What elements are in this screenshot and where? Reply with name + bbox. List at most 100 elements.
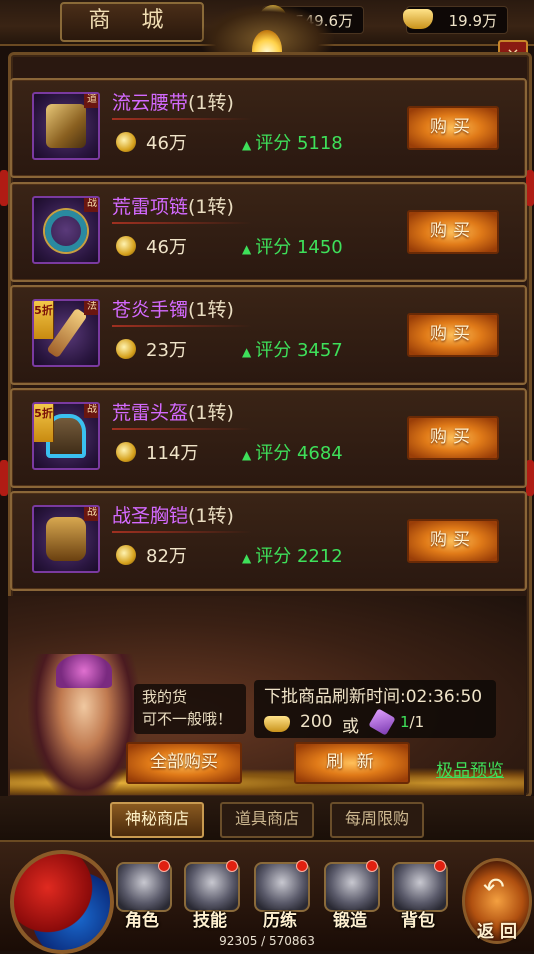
item-icon[interactable]: 战 bbox=[32, 505, 100, 573]
notification-dot bbox=[226, 860, 238, 872]
refresh-timer: 下批商品刷新时间:02:36:50 bbox=[264, 687, 483, 707]
notification-dot bbox=[366, 860, 378, 872]
buy-button[interactable]: 购买 bbox=[407, 313, 499, 357]
menu-forge[interactable]: 锻造 bbox=[318, 858, 382, 934]
class-tag: 战 bbox=[84, 198, 98, 212]
belt-icon bbox=[46, 104, 86, 148]
item-name: 流云腰带(1转) bbox=[112, 92, 234, 114]
premium-preview-link[interactable]: 极品预览 bbox=[436, 756, 504, 781]
up-arrow-icon: ▲ bbox=[242, 551, 252, 565]
menu-label: 角色 bbox=[125, 911, 159, 931]
name-underline bbox=[112, 118, 252, 120]
item-icon[interactable]: 道 bbox=[32, 92, 100, 160]
menu-character[interactable]: 角色 bbox=[110, 858, 174, 934]
shop-title: 商 城 bbox=[60, 2, 204, 42]
tab-item-shop[interactable]: 道具商店 bbox=[220, 802, 314, 838]
name-underline bbox=[112, 531, 252, 533]
class-tag: 法 bbox=[84, 301, 98, 315]
item-price: 46万 bbox=[146, 133, 187, 154]
token-count: 1/1 bbox=[400, 713, 425, 731]
item-icon[interactable]: 5折 法 bbox=[32, 299, 100, 367]
menu-label: 背包 bbox=[401, 911, 435, 931]
ingot-currency: 19.9万 bbox=[403, 6, 508, 34]
or-label: 或 bbox=[342, 717, 359, 737]
coin-icon bbox=[116, 442, 136, 462]
tab-mystery-shop[interactable]: 神秘商店 bbox=[110, 802, 204, 838]
refresh-info: 下批商品刷新时间:02:36:50 200 或 1/1 bbox=[254, 680, 496, 738]
up-arrow-icon: ▲ bbox=[242, 345, 252, 359]
shop-item: 战 战圣胸铠(1转) 82万 ▲ 评分 2212 购买 bbox=[10, 491, 527, 591]
left-frame-knob bbox=[0, 460, 8, 496]
tab-weekly-limited[interactable]: 每周限购 bbox=[330, 802, 424, 838]
coin-icon bbox=[116, 545, 136, 565]
buy-button[interactable]: 购买 bbox=[407, 106, 499, 150]
buy-button[interactable]: 购买 bbox=[407, 210, 499, 254]
item-score: ▲ 评分 2212 bbox=[242, 546, 343, 567]
item-name: 荒雷头盔(1转) bbox=[112, 402, 234, 424]
item-price: 23万 bbox=[146, 340, 187, 361]
buy-all-button[interactable]: 全部购买 bbox=[126, 742, 242, 784]
discount-badge: 5折 bbox=[34, 404, 54, 442]
menu-label: 技能 bbox=[193, 911, 227, 931]
chest-armor-icon bbox=[46, 517, 86, 561]
class-tag: 道 bbox=[84, 94, 98, 108]
menu-label: 锻造 bbox=[333, 911, 367, 931]
shop-item: 战 荒雷项链(1转) 46万 ▲ 评分 1450 购买 bbox=[10, 182, 527, 282]
ingot-icon bbox=[403, 9, 433, 29]
up-arrow-icon: ▲ bbox=[242, 242, 252, 256]
notification-dot bbox=[158, 860, 170, 872]
item-price: 114万 bbox=[146, 443, 199, 464]
speech-line: 我的货 bbox=[142, 688, 188, 706]
necklace-icon bbox=[45, 210, 87, 252]
up-arrow-icon: ▲ bbox=[242, 138, 252, 152]
discount-badge: 5折 bbox=[34, 301, 54, 339]
ingot-amount: 19.9万 bbox=[448, 12, 497, 30]
item-score: ▲ 评分 5118 bbox=[242, 133, 343, 154]
item-icon[interactable]: 5折 战 bbox=[32, 402, 100, 470]
menu-skill[interactable]: 技能 bbox=[178, 858, 242, 934]
menu-bag[interactable]: 背包 bbox=[386, 858, 450, 934]
name-underline bbox=[112, 325, 252, 327]
ingot-icon bbox=[264, 716, 290, 732]
item-price: 46万 bbox=[146, 237, 187, 258]
menu-training[interactable]: 历练 bbox=[248, 858, 312, 934]
refresh-ingot-cost: 200 bbox=[300, 712, 333, 732]
up-arrow-icon: ▲ bbox=[242, 448, 252, 462]
right-frame-knob bbox=[526, 170, 534, 206]
item-score: ▲ 评分 4684 bbox=[242, 443, 343, 464]
back-arrow-icon: ↶ bbox=[483, 873, 505, 903]
buy-button[interactable]: 购买 bbox=[407, 519, 499, 563]
shop-item: 道 流云腰带(1转) 46万 ▲ 评分 5118 购买 bbox=[10, 78, 527, 178]
item-score: ▲ 评分 1450 bbox=[242, 237, 343, 258]
back-button[interactable]: ↶ 返 回 bbox=[462, 858, 532, 944]
item-icon[interactable]: 战 bbox=[32, 196, 100, 264]
coin-icon bbox=[116, 132, 136, 152]
shop-item: 5折 战 荒雷头盔(1转) 114万 ▲ 评分 4684 购买 bbox=[10, 388, 527, 488]
refresh-button[interactable]: 刷 新 bbox=[294, 742, 410, 784]
notification-dot bbox=[296, 860, 308, 872]
headdress-icon bbox=[56, 654, 112, 688]
item-price: 82万 bbox=[146, 546, 187, 567]
item-name: 苍炎手镯(1转) bbox=[112, 299, 234, 321]
right-frame-knob bbox=[526, 460, 534, 496]
item-name: 荒雷项链(1转) bbox=[112, 196, 234, 218]
experience-text: 92305 / 570863 bbox=[219, 934, 315, 948]
npc-merchant-portrait bbox=[28, 654, 140, 804]
class-tag: 战 bbox=[84, 507, 98, 521]
class-tag: 战 bbox=[84, 404, 98, 418]
item-name: 战圣胸铠(1转) bbox=[112, 505, 234, 527]
name-underline bbox=[112, 222, 252, 224]
refresh-token-icon bbox=[368, 708, 396, 736]
coin-icon bbox=[116, 236, 136, 256]
npc-speech-bubble: 我的货 可不一般哦！ bbox=[134, 684, 246, 734]
left-frame-knob bbox=[0, 170, 8, 206]
speech-line: 可不一般哦！ bbox=[142, 710, 233, 728]
buy-button[interactable]: 购买 bbox=[407, 416, 499, 460]
shop-item: 5折 法 苍炎手镯(1转) 23万 ▲ 评分 3457 购买 bbox=[10, 285, 527, 385]
name-underline bbox=[112, 428, 252, 430]
coin-icon bbox=[116, 339, 136, 359]
notification-dot bbox=[434, 860, 446, 872]
menu-label: 历练 bbox=[263, 911, 297, 931]
shop-tabs: 神秘商店 道具商店 每周限购 bbox=[0, 796, 534, 840]
item-score: ▲ 评分 3457 bbox=[242, 340, 343, 361]
